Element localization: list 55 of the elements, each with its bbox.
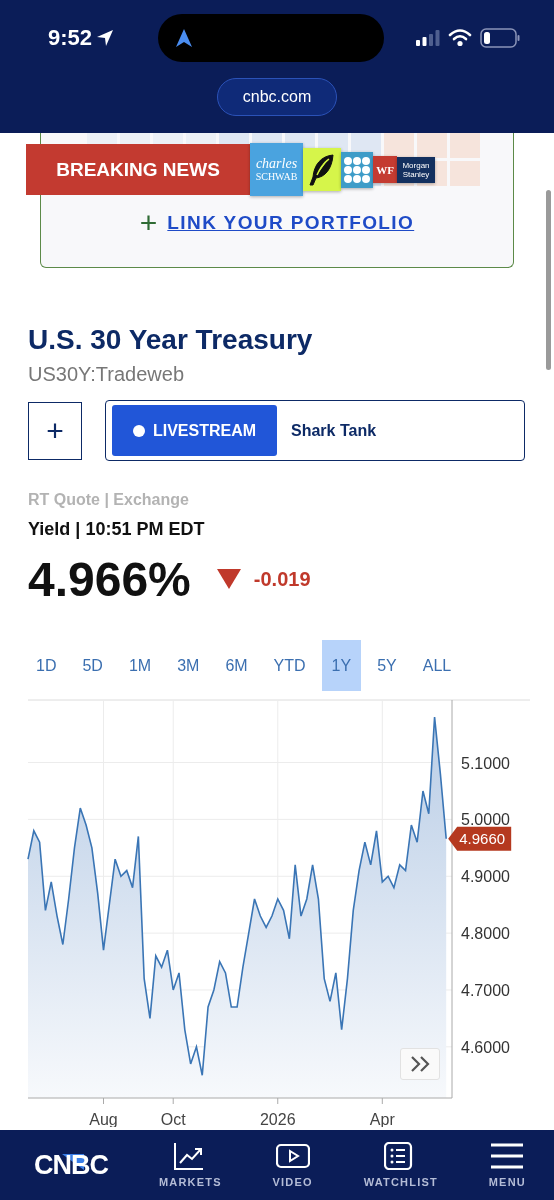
price-change: -0.019 xyxy=(253,567,311,591)
down-triangle-icon xyxy=(216,569,241,589)
y-axis-label: 4.8000 xyxy=(461,925,510,943)
link-portfolio-link[interactable]: LINK YOUR PORTFOLIO xyxy=(167,212,415,234)
logo-corner-icon xyxy=(62,1153,84,1170)
livestream-button[interactable]: LIVESTREAM xyxy=(112,405,277,456)
add-to-watchlist-button[interactable]: + xyxy=(28,401,82,460)
breaking-news-banner: BREAKING NEWS xyxy=(26,144,250,195)
site-logo[interactable]: CNBC xyxy=(34,1149,108,1181)
quote-source: RT Quote | Exchange xyxy=(28,490,190,510)
scroll-right-button[interactable] xyxy=(400,1048,440,1080)
nav-tab[interactable]: WATCHLIST xyxy=(363,1142,438,1188)
brokerage-logo: Morgan Stanley xyxy=(397,156,435,183)
quote-time: Yield | 10:51 PM EDT xyxy=(28,518,206,541)
show-title: Shark Tank xyxy=(291,421,377,440)
url-bar[interactable]: cnbc.com xyxy=(217,78,337,116)
range-tab[interactable]: 5Y xyxy=(367,640,407,691)
price-value: 4.966% xyxy=(28,551,191,607)
ticker-symbol: US30Y:Tradeweb xyxy=(28,362,185,387)
y-axis-label: 4.7000 xyxy=(461,981,510,999)
clock-time: 9:52 xyxy=(48,25,93,51)
nav-tab[interactable]: MENU xyxy=(488,1142,526,1188)
security-title: U.S. 30 Year Treasury xyxy=(28,323,314,357)
dot-grid-logo-icon xyxy=(343,155,371,184)
y-axis-label: 5.1000 xyxy=(461,754,510,772)
range-tab[interactable]: ALL xyxy=(412,640,462,691)
plus-icon: + xyxy=(139,208,158,238)
range-tab[interactable]: 6M xyxy=(215,640,258,691)
livestream-bar[interactable]: LIVESTREAM Shark Tank xyxy=(105,400,525,461)
wifi-icon xyxy=(448,29,472,47)
range-tab[interactable]: 1D xyxy=(26,640,67,691)
range-tab[interactable]: 1Y xyxy=(321,640,362,691)
play-icon xyxy=(275,1142,310,1170)
location-arrow-icon xyxy=(96,29,115,47)
range-tab[interactable]: YTD xyxy=(263,640,316,691)
signal-icon xyxy=(416,30,440,46)
double-chevron-icon xyxy=(409,1055,431,1073)
y-axis-label: 5.0000 xyxy=(461,811,510,829)
range-tab[interactable]: 5D xyxy=(72,640,113,691)
menu-icon xyxy=(490,1142,525,1170)
battery-icon xyxy=(480,28,520,48)
x-axis-label: Oct xyxy=(160,1111,186,1127)
y-axis-label: 4.9000 xyxy=(461,868,510,886)
feather-logo-icon xyxy=(307,152,337,187)
nav-tab[interactable]: VIDEO xyxy=(272,1142,313,1188)
navigation-arrow-icon xyxy=(175,28,193,48)
brokerage-logo: WF xyxy=(373,156,397,183)
brokerage-logo: charles SCHWAB xyxy=(250,143,303,196)
nav-tab[interactable]: MARKETS xyxy=(158,1142,222,1188)
x-axis-label: 2026 xyxy=(259,1111,296,1127)
live-dot-icon xyxy=(132,424,145,437)
last-price-tag: 4.9660 xyxy=(448,826,512,851)
range-tab[interactable]: 3M xyxy=(167,640,210,691)
range-tab[interactable]: 1M xyxy=(118,640,162,691)
y-axis-label: 4.6000 xyxy=(461,1038,510,1056)
